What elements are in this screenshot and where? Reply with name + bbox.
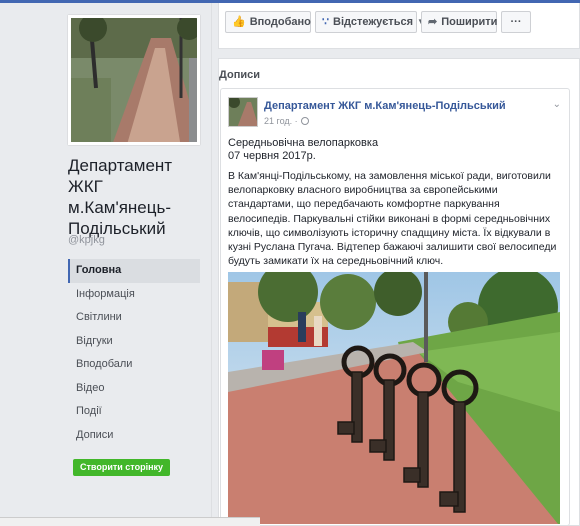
left-column: Департамент ЖКГ м.Кам'янець-Подільський … bbox=[0, 3, 212, 526]
post-text: В Кам'янці-Подільському, на замовлення м… bbox=[228, 170, 557, 268]
more-dots-icon: ··· bbox=[510, 16, 522, 28]
liked-label: Вподобано bbox=[249, 16, 311, 28]
post-meta: 21 год. · bbox=[264, 116, 309, 126]
post-author-avatar[interactable] bbox=[228, 97, 258, 127]
share-label: Поширити bbox=[441, 16, 498, 28]
page-handle[interactable]: @kpjkg bbox=[68, 234, 105, 246]
nav-item-info[interactable]: Інформація bbox=[68, 283, 200, 307]
post-headline: Середньовічна велопарковка bbox=[228, 137, 379, 149]
share-button[interactable]: ➦ Поширити bbox=[421, 11, 497, 33]
nav-item-home[interactable]: Головна bbox=[68, 259, 200, 283]
post-timestamp[interactable]: 21 год. · bbox=[264, 116, 298, 126]
nav-item-photos[interactable]: Світлини bbox=[68, 306, 200, 330]
more-button[interactable]: ··· bbox=[501, 11, 531, 33]
nav-item-likes[interactable]: Вподобали bbox=[68, 353, 200, 377]
column-divider bbox=[211, 3, 212, 526]
share-arrow-icon: ➦ bbox=[428, 16, 438, 28]
follow-button[interactable]: ∵ Відстежується ▼ bbox=[315, 11, 425, 33]
nav-item-videos[interactable]: Відео bbox=[68, 377, 200, 401]
browser-status-bar bbox=[0, 517, 260, 526]
post-author-name[interactable]: Департамент ЖКГ м.Кам'янець-Подільський bbox=[264, 100, 506, 112]
page-actions-bar: 👍 Вподобано ▼ ∵ Відстежується ▼ ➦ Пошири… bbox=[218, 3, 580, 49]
globe-icon bbox=[300, 117, 309, 125]
liked-button[interactable]: 👍 Вподобано ▼ bbox=[225, 11, 323, 33]
page-profile-photo[interactable] bbox=[68, 15, 200, 145]
post-photo[interactable] bbox=[228, 272, 560, 524]
create-page-button[interactable]: Створити сторінку bbox=[73, 459, 171, 476]
rss-icon: ∵ bbox=[322, 16, 329, 28]
page-nav: Головна Інформація Світлини Відгуки Впод… bbox=[68, 259, 200, 447]
follow-label: Відстежується bbox=[333, 16, 413, 28]
thumbs-up-icon: 👍 bbox=[232, 16, 246, 28]
page-title[interactable]: Департамент ЖКГ м.Кам'янець-Подільський bbox=[68, 155, 208, 239]
post-card: Департамент ЖКГ м.Кам'янець-Подільський … bbox=[220, 88, 570, 526]
post-options-chevron-icon[interactable]: ⌄ bbox=[553, 99, 561, 110]
posts-section-title: Дописи bbox=[219, 69, 260, 81]
nav-item-events[interactable]: Події bbox=[68, 400, 200, 424]
nav-item-posts[interactable]: Дописи bbox=[68, 424, 200, 448]
nav-item-reviews[interactable]: Відгуки bbox=[68, 330, 200, 354]
post-date: 07 червня 2017р. bbox=[228, 150, 316, 162]
